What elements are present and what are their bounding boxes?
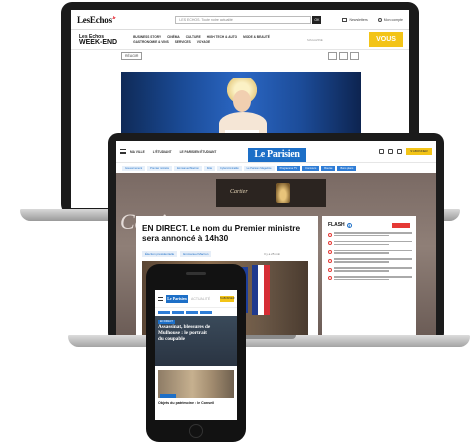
article-tag[interactable]: Emmanuel Macron <box>180 251 212 257</box>
weekend-logo[interactable]: Les Echos WEEK-END <box>79 34 117 46</box>
flash-news-panel: FLASH 3 <box>322 216 416 336</box>
les-echos-weekend-nav: Les Echos WEEK-END BUSINESS STORY CINÉMA … <box>71 30 409 50</box>
clock-icon <box>328 258 332 263</box>
account-link[interactable]: Mon compte <box>377 17 403 22</box>
header-icons: S'ABONNER <box>379 148 432 155</box>
les-echos-search-input[interactable]: LES ECHOS. Toute notre actualité <box>175 15 312 24</box>
topic-tab[interactable]: Premier ministre <box>147 165 173 171</box>
flash-item[interactable] <box>328 267 412 273</box>
user-icon[interactable] <box>397 149 402 154</box>
category-chip[interactable] <box>186 310 198 314</box>
magazine-label: MAGAZINE <box>307 37 323 42</box>
nav-item[interactable]: MODE & BEAUTÉ <box>243 35 270 39</box>
mail-icon <box>342 17 348 22</box>
subscribe-button[interactable]: S'ABONNER <box>406 148 432 155</box>
header-link[interactable]: LE PARISIEN ÉTUDIANT <box>180 150 217 154</box>
flash-header: FLASH 3 <box>322 216 416 232</box>
category-chip[interactable] <box>172 310 184 314</box>
smartphone: Le Parisien ACTUALITÉ S'ABONNER EN DIREC… <box>146 264 246 442</box>
clock-icon <box>328 241 332 246</box>
mail-icon[interactable] <box>388 149 393 154</box>
nav-item[interactable]: CULTURE <box>186 35 201 39</box>
phone-speaker <box>186 272 206 275</box>
le-parisien-logo[interactable]: Le Parisien <box>248 148 306 162</box>
clock-icon <box>328 250 332 255</box>
menu-icon[interactable] <box>120 149 126 154</box>
les-echos-article-toolbar: RÉAGIR <box>71 50 409 62</box>
topic-tab[interactable]: Emmanuel Macron <box>174 165 202 171</box>
flash-list <box>322 232 416 282</box>
flash-live-badge <box>392 222 410 228</box>
nav-item[interactable]: SERVICES <box>175 40 191 44</box>
topic-tab[interactable]: Cybercriminalité <box>217 165 242 171</box>
nav-item[interactable]: VOYAGE <box>197 40 210 44</box>
header-link[interactable]: MA VILLE <box>130 150 145 154</box>
nav-item[interactable]: HIGH TECH & AUTO <box>207 35 237 39</box>
les-echos-topbar: LesEchos.fr LES ECHOS. Toute notre actua… <box>71 10 409 30</box>
menu-icon[interactable] <box>158 296 163 301</box>
share-actions <box>328 52 359 60</box>
clock-icon <box>328 276 332 281</box>
ad-banner-text: Cartier <box>230 189 248 195</box>
flash-count-badge: 3 <box>346 222 352 228</box>
newsletters-link[interactable]: Newsletters <box>342 17 368 22</box>
clock-icon <box>328 232 332 237</box>
vous-banner[interactable]: VOUS <box>369 32 403 47</box>
phone-header: Le Parisien ACTUALITÉ S'ABONNER <box>155 290 237 308</box>
category-chip[interactable] <box>158 310 170 314</box>
photo-figure-face <box>233 90 251 112</box>
search-icon[interactable] <box>379 149 384 154</box>
front-laptop-notch <box>240 335 296 339</box>
phone-headline[interactable]: Assassinat, blessures de Mulhouse : le p… <box>158 324 212 342</box>
french-flag <box>252 265 270 315</box>
category-chip[interactable] <box>200 310 212 314</box>
lead-article-title[interactable]: EN DIRECT. Le nom du Premier ministre se… <box>142 223 308 243</box>
phone-subscribe-button[interactable]: S'ABONNER <box>220 295 235 302</box>
nav-item[interactable]: CINÉMA <box>167 35 180 39</box>
print-icon[interactable] <box>350 52 359 60</box>
clock-icon <box>328 267 332 272</box>
topic-tab[interactable]: Gouvernement <box>122 165 146 171</box>
flash-item[interactable] <box>328 258 412 264</box>
les-echos-search-button[interactable]: OK <box>312 15 322 24</box>
phone-card-title[interactable]: Objets du patrimoine : le Conseil <box>158 401 234 406</box>
header-link[interactable]: L'ÉTUDIANT <box>153 150 172 154</box>
article-tags: Élection présidentielle Emmanuel Macron <box>142 251 212 257</box>
phone-lead-story[interactable]: EN DIRECT Assassinat, blessures de Mulho… <box>155 316 237 366</box>
flash-item[interactable] <box>328 232 412 238</box>
flash-item[interactable] <box>328 240 412 247</box>
weekend-nav-items: BUSINESS STORY CINÉMA CULTURE HIGH TECH … <box>133 35 303 44</box>
topic-tab[interactable]: Bons plans <box>337 165 357 171</box>
share-icon[interactable] <box>328 52 337 60</box>
device-mockup-scene: LesEchos.fr LES ECHOS. Toute notre actua… <box>0 0 473 446</box>
article-timestamp: Il y a 25 min <box>264 252 281 256</box>
nav-item[interactable]: BUSINESS STORY <box>133 35 161 39</box>
phone-category-bar <box>155 308 237 316</box>
flash-item[interactable] <box>328 249 412 256</box>
topic-tab[interactable]: Programme TV <box>276 165 301 171</box>
ad-bottle-image <box>276 183 290 203</box>
topic-tab[interactable]: Le Parisien Magazine <box>243 165 275 171</box>
header-links: MA VILLE L'ÉTUDIANT LE PARISIEN ÉTUDIANT <box>130 150 216 154</box>
nav-item[interactable]: GASTRONOMIE & VINS <box>133 40 169 44</box>
topic-tabs: Gouvernement Premier ministre Emmanuel M… <box>116 163 436 173</box>
flash-item[interactable] <box>328 275 412 282</box>
les-echos-logo[interactable]: LesEchos.fr <box>77 15 116 25</box>
le-parisien-header: MA VILLE L'ÉTUDIANT LE PARISIEN ÉTUDIANT… <box>116 141 436 163</box>
topic-tab[interactable]: Concours <box>302 165 320 171</box>
react-button[interactable]: RÉAGIR <box>121 52 143 60</box>
phone-logo[interactable]: Le Parisien <box>166 294 188 303</box>
home-button[interactable] <box>189 424 203 438</box>
phone-screen: Le Parisien ACTUALITÉ S'ABONNER EN DIREC… <box>155 290 237 420</box>
article-tag[interactable]: Élection présidentielle <box>142 251 178 257</box>
phone-section-label: ACTUALITÉ <box>191 296 211 301</box>
phone-card-tag <box>160 394 176 398</box>
bookmark-icon[interactable] <box>339 52 348 60</box>
topic-tab[interactable]: Fête <box>203 165 216 171</box>
les-echos-utility-links: Newsletters Mon compte <box>342 17 403 22</box>
topic-tab[interactable]: Bourse <box>321 165 336 171</box>
user-icon <box>377 17 382 22</box>
